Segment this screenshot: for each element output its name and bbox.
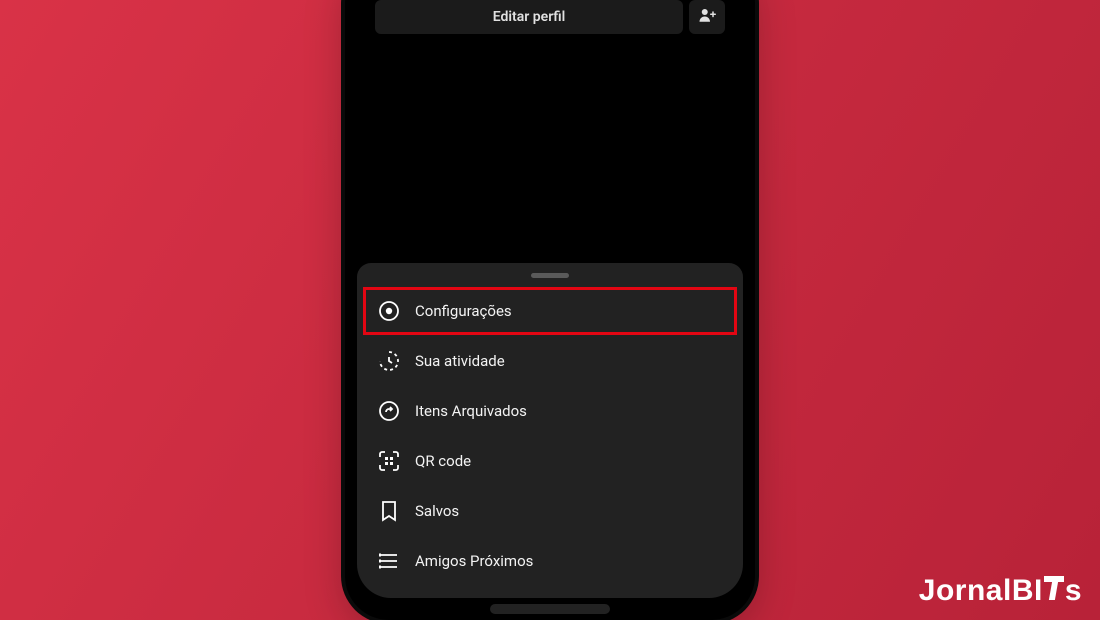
phone-screen: Nalbert Gomes Da Silva Pontes Editar per… [357, 0, 743, 598]
menu-item-activity[interactable]: Sua atividade [357, 336, 743, 386]
bottom-sheet: Configurações Sua atividade Itens Arquiv… [357, 263, 743, 598]
menu-item-label: Configurações [415, 302, 512, 320]
menu-item-label: QR code [415, 452, 471, 470]
menu-item-label: Itens Arquivados [415, 402, 527, 420]
settings-icon [377, 299, 401, 323]
profile-header: Nalbert Gomes Da Silva Pontes Editar per… [357, 0, 743, 34]
qr-icon [377, 449, 401, 473]
watermark-text-c: s [1065, 574, 1082, 608]
menu-item-label: Sua atividade [415, 352, 505, 370]
phone-frame: Nalbert Gomes Da Silva Pontes Editar per… [345, 0, 755, 620]
menu-item-settings[interactable]: Configurações [357, 286, 743, 336]
menu-item-label: Salvos [415, 502, 459, 520]
menu-item-saved[interactable]: Salvos [357, 486, 743, 536]
watermark-logo: Jornal BI s [919, 574, 1082, 608]
add-user-icon [698, 6, 716, 28]
menu-item-qr[interactable]: QR code [357, 436, 743, 486]
home-indicator [490, 604, 610, 614]
sheet-menu-list: Configurações Sua atividade Itens Arquiv… [357, 286, 743, 586]
watermark-text-a: Jornal [919, 574, 1012, 608]
menu-item-close-friends[interactable]: Amigos Próximos [357, 536, 743, 586]
menu-item-archive[interactable]: Itens Arquivados [357, 386, 743, 436]
menu-item-label: Amigos Próximos [415, 552, 533, 570]
archive-icon [377, 399, 401, 423]
edit-profile-button[interactable]: Editar perfil [375, 0, 683, 34]
sheet-drag-handle[interactable] [531, 273, 569, 278]
activity-icon [377, 349, 401, 373]
edit-profile-row: Editar perfil [375, 0, 725, 34]
watermark-text-b: BI [1012, 574, 1043, 608]
close-friends-icon [377, 549, 401, 573]
bookmark-icon [377, 499, 401, 523]
watermark-t-icon [1044, 574, 1064, 600]
discover-people-button[interactable] [689, 0, 725, 34]
